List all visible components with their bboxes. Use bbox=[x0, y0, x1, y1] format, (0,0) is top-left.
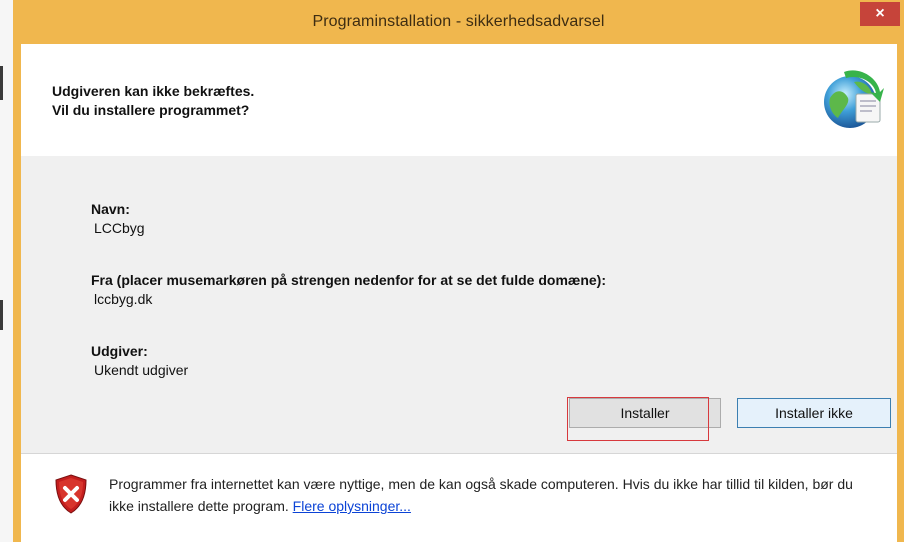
publisher-value: Ukendt udgiver bbox=[94, 362, 189, 378]
publisher-label: Udgiver: bbox=[91, 343, 148, 359]
from-value[interactable]: lccbyg.dk bbox=[94, 291, 152, 307]
warning-text: Programmer fra internettet kan være nytt… bbox=[109, 476, 853, 514]
headline-line-2: Vil du installere programmet? bbox=[52, 102, 250, 118]
warning-text-block: Programmer fra internettet kan være nytt… bbox=[109, 473, 879, 517]
dialog-header: Udgiveren kan ikke bekræftes. Vil du ins… bbox=[21, 44, 897, 156]
globe-install-icon bbox=[824, 70, 884, 128]
close-button[interactable]: × bbox=[860, 2, 900, 26]
security-warning-dialog: Programinstallation - sikkerhedsadvarsel… bbox=[13, 0, 904, 542]
background-window-edge bbox=[0, 0, 14, 542]
more-info-link[interactable]: Flere oplysninger... bbox=[293, 498, 411, 514]
from-label: Fra (placer musemarkøren på strengen ned… bbox=[91, 272, 606, 288]
background-mark bbox=[0, 300, 3, 330]
name-value: LCCbyg bbox=[94, 220, 145, 236]
title-bar[interactable]: Programinstallation - sikkerhedsadvarsel… bbox=[13, 0, 904, 44]
shield-warning-icon bbox=[55, 474, 87, 514]
warning-footer: Programmer fra internettet kan være nytt… bbox=[21, 454, 897, 542]
background-mark bbox=[0, 66, 3, 100]
name-label: Navn: bbox=[91, 201, 130, 217]
install-button-highlight bbox=[567, 397, 709, 441]
headline: Udgiveren kan ikke bekræftes. Vil du ins… bbox=[52, 82, 254, 120]
dont-install-button[interactable]: Installer ikke bbox=[737, 398, 891, 428]
dialog-content: Udgiveren kan ikke bekræftes. Vil du ins… bbox=[21, 44, 897, 542]
window-title: Programinstallation - sikkerhedsadvarsel bbox=[312, 13, 605, 30]
headline-line-1: Udgiveren kan ikke bekræftes. bbox=[52, 83, 255, 99]
